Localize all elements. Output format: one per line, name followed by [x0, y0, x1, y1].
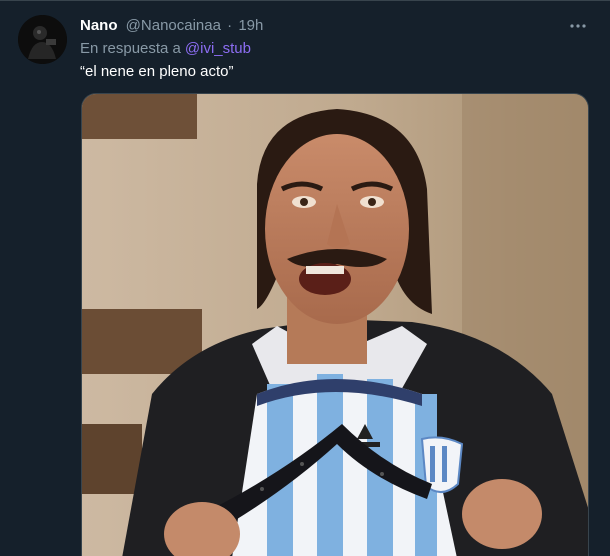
- author-name[interactable]: Nano: [80, 17, 118, 34]
- timestamp[interactable]: 19h: [238, 17, 263, 34]
- more-dots-icon: [570, 24, 586, 28]
- tweet-card[interactable]: Nano @Nanocainaa · 19h En respuesta a @iv…: [0, 0, 610, 556]
- avatar[interactable]: [18, 15, 67, 64]
- tweet-header: Nano @Nanocainaa · 19h: [80, 16, 263, 36]
- reply-context: En respuesta a @ivi_stub: [80, 39, 251, 59]
- avatar-image: [18, 15, 67, 64]
- reply-prefix: En respuesta a: [80, 40, 181, 57]
- tweet-media-image[interactable]: [81, 93, 589, 556]
- separator-dot: ·: [227, 17, 233, 34]
- tweet-text: “el nene en pleno acto”: [80, 63, 234, 80]
- reply-mention-link[interactable]: @ivi_stub: [185, 40, 251, 57]
- author-handle[interactable]: @Nanocainaa: [126, 17, 221, 34]
- photo: [82, 94, 588, 556]
- more-options-button[interactable]: [566, 14, 590, 38]
